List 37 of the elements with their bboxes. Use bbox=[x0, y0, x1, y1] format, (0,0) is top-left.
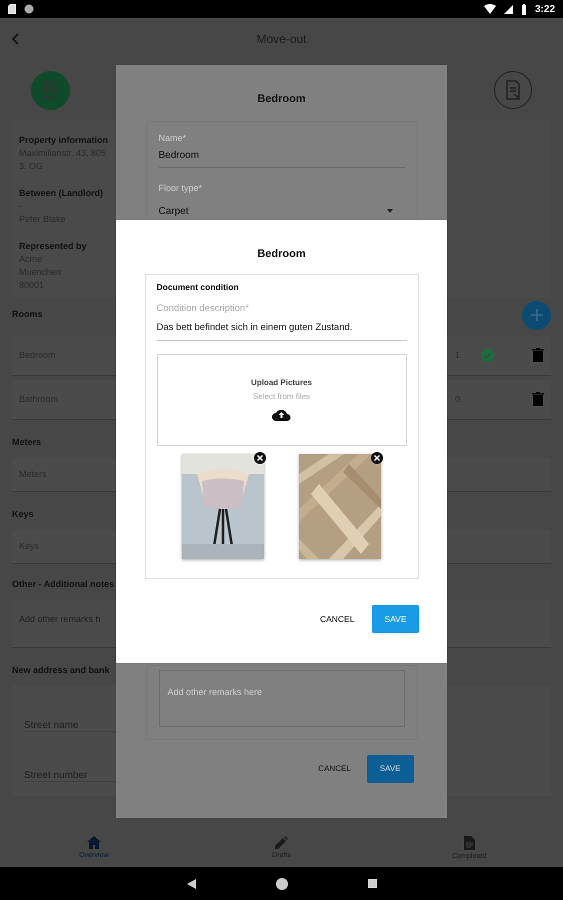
sd-card-icon bbox=[8, 4, 16, 14]
cancel-button[interactable]: CANCEL bbox=[312, 757, 357, 781]
home-icon[interactable] bbox=[276, 878, 288, 890]
signal-icon bbox=[504, 4, 513, 14]
trash-icon[interactable] bbox=[532, 348, 544, 363]
condition-field[interactable]: Condition description* Das bett befindet sich in einem guten Zustand. bbox=[156, 302, 406, 341]
document-icon[interactable] bbox=[494, 71, 532, 109]
plus-icon bbox=[530, 309, 542, 321]
section-label: Represented by bbox=[19, 240, 87, 253]
pencil-icon bbox=[275, 836, 288, 850]
trash-icon[interactable] bbox=[532, 392, 544, 407]
home-icon bbox=[86, 836, 101, 850]
wifi-icon bbox=[484, 4, 496, 14]
caret-icon bbox=[386, 209, 392, 213]
section-label: Property information bbox=[19, 134, 108, 147]
upload-icon bbox=[272, 408, 291, 421]
remove-photo-icon[interactable] bbox=[371, 452, 383, 464]
add-button[interactable] bbox=[522, 300, 551, 330]
dialog-title: Bedroom bbox=[257, 247, 306, 262]
info-text: - bbox=[19, 200, 22, 213]
remove-photo-icon[interactable] bbox=[254, 452, 266, 464]
recents-icon[interactable] bbox=[368, 879, 376, 888]
name-field[interactable]: Name* Bedroom bbox=[158, 132, 404, 168]
document-icon bbox=[464, 836, 475, 850]
card-title: Document condition bbox=[156, 280, 240, 294]
edit-document-icon[interactable] bbox=[31, 70, 70, 110]
remarks-field[interactable]: Add other remarks here bbox=[158, 670, 404, 727]
section-label: Between (Landlord) bbox=[19, 187, 104, 200]
clock: 3:22 bbox=[534, 2, 555, 16]
floor-type-field[interactable]: Floor type* Carpet bbox=[158, 182, 404, 218]
dialog-title: Bedroom bbox=[257, 92, 306, 107]
save-button[interactable]: SAVE bbox=[366, 755, 414, 783]
battery-icon bbox=[520, 4, 527, 14]
save-button[interactable]: SAVE bbox=[372, 604, 418, 634]
back-icon[interactable] bbox=[186, 878, 196, 888]
upload-area[interactable]: Upload Pictures Select from files bbox=[156, 354, 406, 446]
cancel-button[interactable]: CANCEL bbox=[314, 606, 360, 632]
